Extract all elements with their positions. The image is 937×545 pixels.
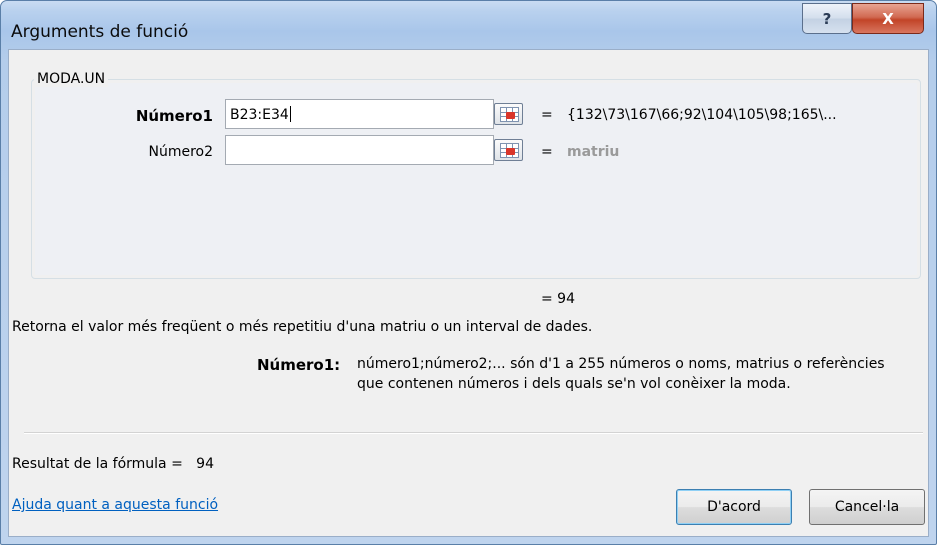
arg-help-line1: número1;número2;... són d'1 a 255 número… xyxy=(357,356,885,372)
ok-button-label: D'acord xyxy=(707,499,761,515)
arg2-equals: = xyxy=(541,144,553,160)
arg1-result: {132\73\167\66;92\104\105\98;165\... xyxy=(567,107,837,123)
function-name: MODA.UN xyxy=(34,71,109,87)
arg2-label: Número2 xyxy=(148,144,213,160)
arg2-collapse-button[interactable] xyxy=(494,139,523,161)
ok-button[interactable]: D'acord xyxy=(676,489,792,525)
question-mark-icon: ? xyxy=(822,9,832,28)
cancel-button[interactable]: Cancel·la xyxy=(809,489,925,525)
close-button[interactable]: X xyxy=(852,3,924,34)
divider xyxy=(24,432,923,434)
arg1-input-value: B23:E34 xyxy=(230,107,289,123)
formula-result: Resultat de la fórmula = 94 xyxy=(12,456,214,472)
function-description: Retorna el valor més freqüent o més repe… xyxy=(12,319,593,335)
arg-help-label: Número1: xyxy=(257,356,341,374)
arg2-result-hint: matriu xyxy=(567,144,620,160)
text-caret xyxy=(289,106,291,122)
arg1-collapse-button[interactable] xyxy=(494,103,523,125)
title-bar[interactable]: Arguments de funció xyxy=(1,1,936,49)
arg-help-line2: que contenen números i dels quals se'n v… xyxy=(357,376,791,392)
arg1-input[interactable]: B23:E34 xyxy=(225,99,494,129)
close-icon: X xyxy=(882,9,894,28)
arg1-equals: = xyxy=(541,107,553,123)
arg1-label: Número1 xyxy=(135,107,213,125)
arg2-input[interactable] xyxy=(225,135,494,165)
help-button[interactable]: ? xyxy=(802,3,852,34)
range-select-arrow-icon xyxy=(506,112,515,119)
cancel-button-label: Cancel·la xyxy=(834,499,900,515)
dialog-title: Arguments de funció xyxy=(11,22,189,42)
range-select-arrow-icon xyxy=(506,148,515,155)
help-link[interactable]: Ajuda quant a aquesta funció xyxy=(12,497,218,513)
function-result: = 94 xyxy=(541,291,575,307)
